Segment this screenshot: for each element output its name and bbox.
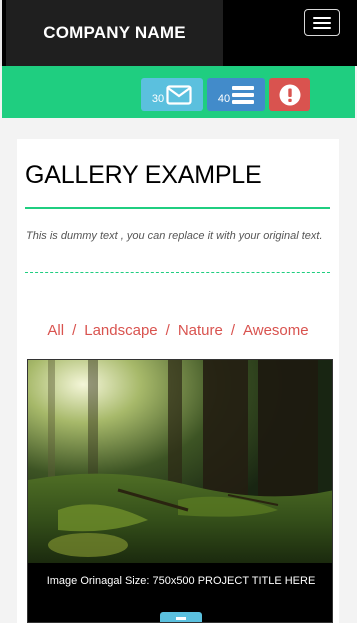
filter-separator: /	[165, 322, 170, 339]
envelope-icon	[166, 84, 192, 105]
filter-landscape[interactable]: Landscape	[84, 322, 157, 339]
filter-nature[interactable]: Nature	[178, 322, 223, 339]
hamburger-menu-icon	[313, 17, 331, 19]
messages-count: 30	[151, 92, 165, 105]
intro-text: This is dummy text , you can replace it …	[26, 230, 323, 242]
brand-name[interactable]: COMPANY NAME	[6, 0, 223, 66]
top-navbar: COMPANY NAME	[0, 0, 357, 66]
forest-photo[interactable]	[28, 360, 332, 563]
action-bar: 30 40	[2, 66, 355, 118]
alerts-button[interactable]	[269, 78, 310, 111]
list-icon	[232, 85, 255, 104]
dashed-divider	[25, 272, 330, 273]
messages-button[interactable]: 30	[141, 78, 203, 111]
exclamation-circle-icon	[279, 84, 300, 105]
gallery-card: GALLERY EXAMPLE This is dummy text , you…	[17, 139, 339, 623]
gallery-filter-nav: All / Landscape / Nature / Awesome	[17, 322, 339, 339]
tasks-count: 40	[217, 92, 231, 105]
gallery-item[interactable]: Image Orinagal Size: 750x500 PROJECT TIT…	[27, 359, 333, 623]
filter-all[interactable]: All	[47, 322, 64, 339]
view-image-button[interactable]	[160, 612, 202, 622]
title-divider	[25, 207, 330, 209]
hamburger-menu-icon	[313, 22, 331, 24]
page-title: GALLERY EXAMPLE	[25, 161, 262, 189]
hamburger-menu-icon	[313, 27, 331, 29]
nav-toggle-button[interactable]	[304, 9, 340, 36]
minus-icon	[176, 617, 186, 620]
tasks-button[interactable]: 40	[207, 78, 265, 111]
filter-separator: /	[230, 322, 236, 339]
image-caption: Image Orinagal Size: 750x500 PROJECT TIT…	[46, 575, 316, 587]
filter-separator: /	[72, 322, 77, 339]
filter-awesome[interactable]: Awesome	[243, 322, 309, 339]
